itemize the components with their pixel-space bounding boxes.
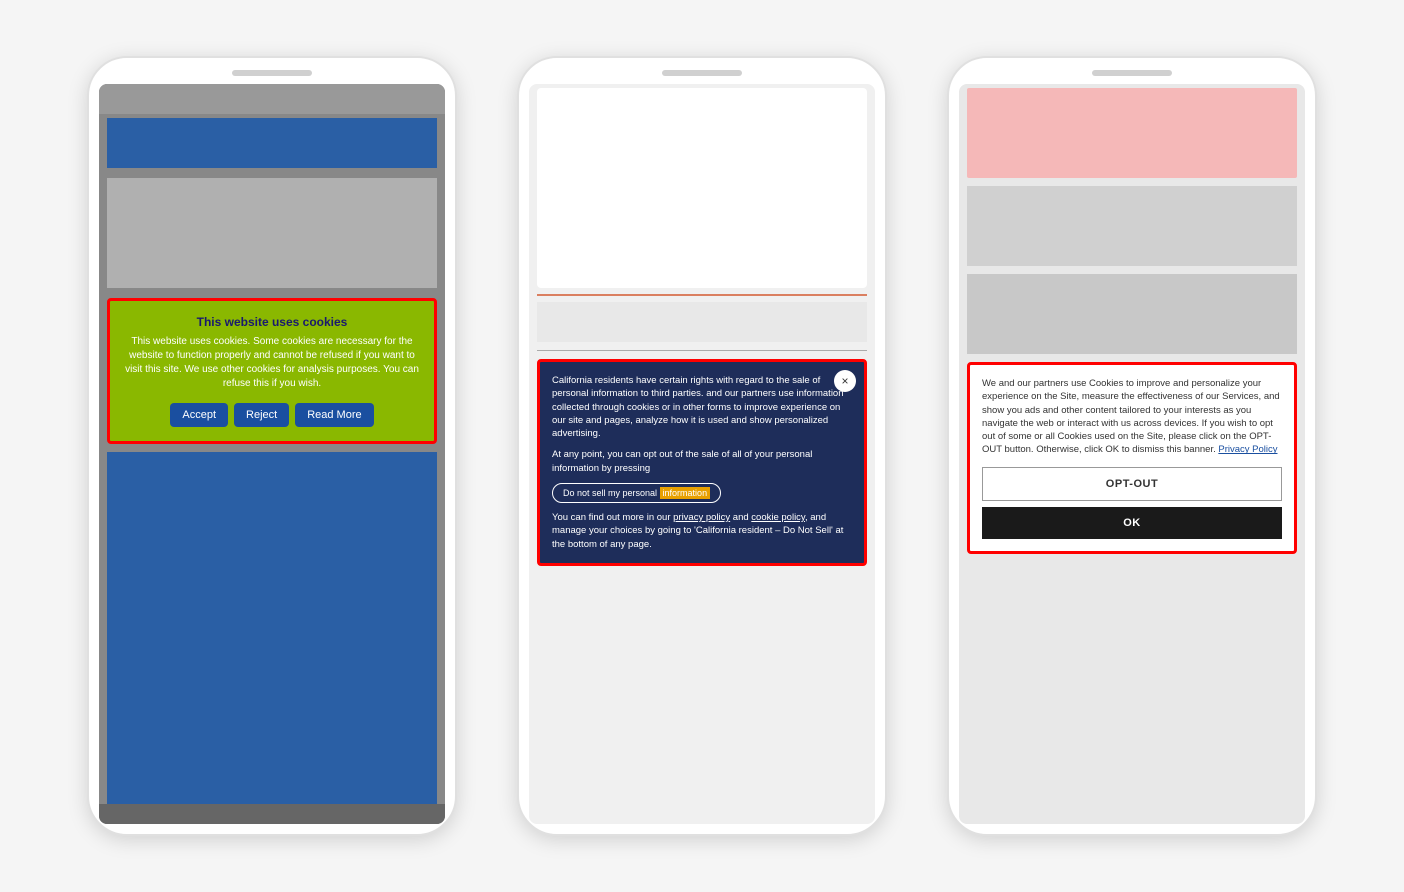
cookie-banner-2-body4: You can find out more in our privacy pol… xyxy=(552,511,852,551)
cookie-banner-1-title: This website uses cookies xyxy=(122,315,422,329)
p1-gray-bar xyxy=(99,84,445,114)
phone-1-notch xyxy=(232,70,312,76)
accept-button[interactable]: Accept xyxy=(170,403,228,427)
phone-2-content: × California residents have certain righ… xyxy=(529,84,875,824)
do-not-sell-button[interactable]: Do not sell my personal information xyxy=(552,483,721,503)
p2-red-line xyxy=(537,294,867,296)
phone-1: This website uses cookies This website u… xyxy=(87,56,457,836)
phone-1-screen: This website uses cookies This website u… xyxy=(99,84,445,824)
p3-gray-block xyxy=(967,186,1297,266)
p3-pink-block xyxy=(967,88,1297,178)
phone-1-content: This website uses cookies This website u… xyxy=(99,84,445,824)
privacy-policy-link[interactable]: privacy policy xyxy=(673,512,730,523)
phone-2-notch xyxy=(662,70,742,76)
phone-3-content: We and our partners use Cookies to impro… xyxy=(959,84,1305,824)
p1-gray-block xyxy=(107,178,437,288)
phone-2-cookie-banner: × California residents have certain righ… xyxy=(537,359,867,566)
reject-button[interactable]: Reject xyxy=(234,403,289,427)
phone-2-screen: × California residents have certain righ… xyxy=(529,84,875,824)
read-more-button[interactable]: Read More xyxy=(295,403,373,427)
cookie-policy-link[interactable]: cookie policy xyxy=(751,512,805,523)
phone-3-notch xyxy=(1092,70,1172,76)
cookie-banner-2-body3: At any point, you can opt out of the sal… xyxy=(552,448,852,475)
cookie-banner-1-body: This website uses cookies. Some cookies … xyxy=(122,335,422,391)
opt-out-button[interactable]: OPT-OUT xyxy=(982,467,1282,501)
p2-line xyxy=(537,350,867,351)
ok-button[interactable]: OK xyxy=(982,507,1282,539)
privacy-policy-link-3[interactable]: Privacy Policy xyxy=(1218,444,1277,455)
phone-3-screen: We and our partners use Cookies to impro… xyxy=(959,84,1305,824)
close-button[interactable]: × xyxy=(834,370,856,392)
phone-3: We and our partners use Cookies to impro… xyxy=(947,56,1317,836)
p1-bottom-gray xyxy=(99,804,445,824)
p2-spacer xyxy=(537,302,867,342)
cookie-banner-3-body: We and our partners use Cookies to impro… xyxy=(982,377,1282,457)
cookie-banner-1-buttons: Accept Reject Read More xyxy=(122,403,422,427)
phone-3-cookie-banner: We and our partners use Cookies to impro… xyxy=(967,362,1297,554)
p3-gray-block2 xyxy=(967,274,1297,354)
p1-blue-bar xyxy=(107,118,437,168)
p2-white-area xyxy=(537,88,867,288)
cookie-banner-2-body1: California residents have certain rights… xyxy=(552,374,852,440)
phone-1-cookie-banner: This website uses cookies This website u… xyxy=(107,298,437,444)
close-icon: × xyxy=(841,374,848,388)
phone-2: × California residents have certain righ… xyxy=(517,56,887,836)
p1-bottom-blue xyxy=(107,452,437,804)
